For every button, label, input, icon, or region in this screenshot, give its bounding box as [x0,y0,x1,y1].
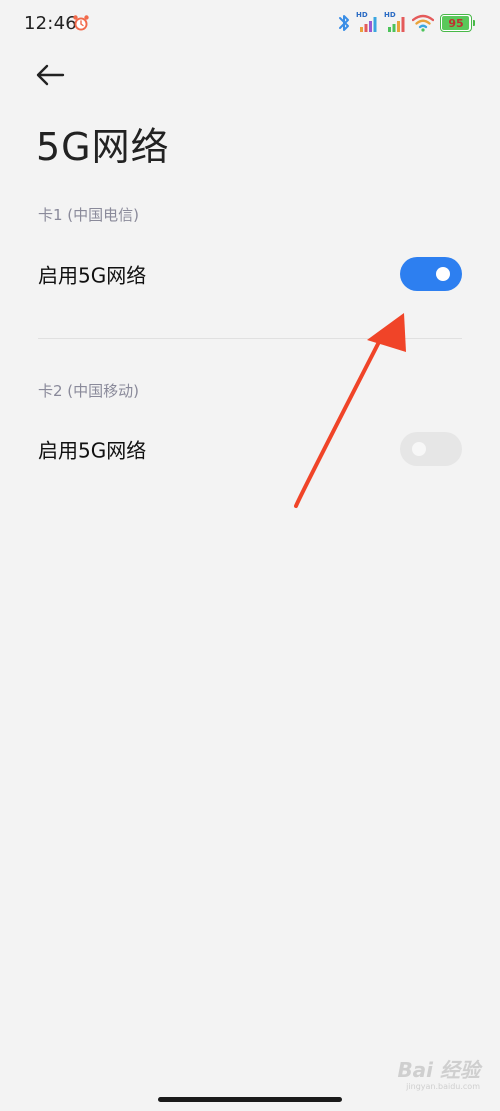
toggle-knob [412,442,426,456]
watermark-text: Bai 经验 [397,1058,480,1082]
status-bar: 12:46 HD HD 95 [0,0,500,48]
signal-bars-icon [360,17,377,32]
alarm-clock-icon [73,15,89,31]
sim2-5g-toggle[interactable] [400,432,462,466]
toggle-knob [436,267,450,281]
signal-sim2: HD [384,11,406,33]
battery-icon: 95 [440,14,475,32]
back-arrow-icon [36,64,65,86]
watermark-sub: jingyan.baidu.com [406,1082,480,1091]
sim2-section-label: 卡2 (中国移动) [38,382,140,400]
baidu-watermark: Bai 经验 [397,1054,480,1083]
signal-bars-icon [388,17,405,32]
sim1-5g-row[interactable]: 启用5G网络 [0,239,500,309]
sim2-5g-label: 启用5G网络 [38,438,147,463]
wifi-icon [412,14,434,32]
sim1-5g-label: 启用5G网络 [38,263,147,288]
status-icons: HD HD 95 [338,11,475,34]
status-time: 12:46 [24,13,77,34]
home-indicator[interactable] [158,1097,342,1102]
sim1-5g-toggle[interactable] [400,257,462,291]
section-divider [38,338,462,339]
page-title: 5G网络 [36,125,170,169]
signal-sim1: HD [356,11,378,33]
sim1-section-label: 卡1 (中国电信) [38,206,140,224]
settings-screen: 12:46 HD HD 95 5G网络 卡1 (中国电信) 启用5G网络 卡2 … [0,0,500,1111]
back-button[interactable] [30,58,70,92]
battery-level: 95 [448,16,464,30]
sim2-5g-row[interactable]: 启用5G网络 [0,414,500,484]
bluetooth-icon [339,15,349,31]
